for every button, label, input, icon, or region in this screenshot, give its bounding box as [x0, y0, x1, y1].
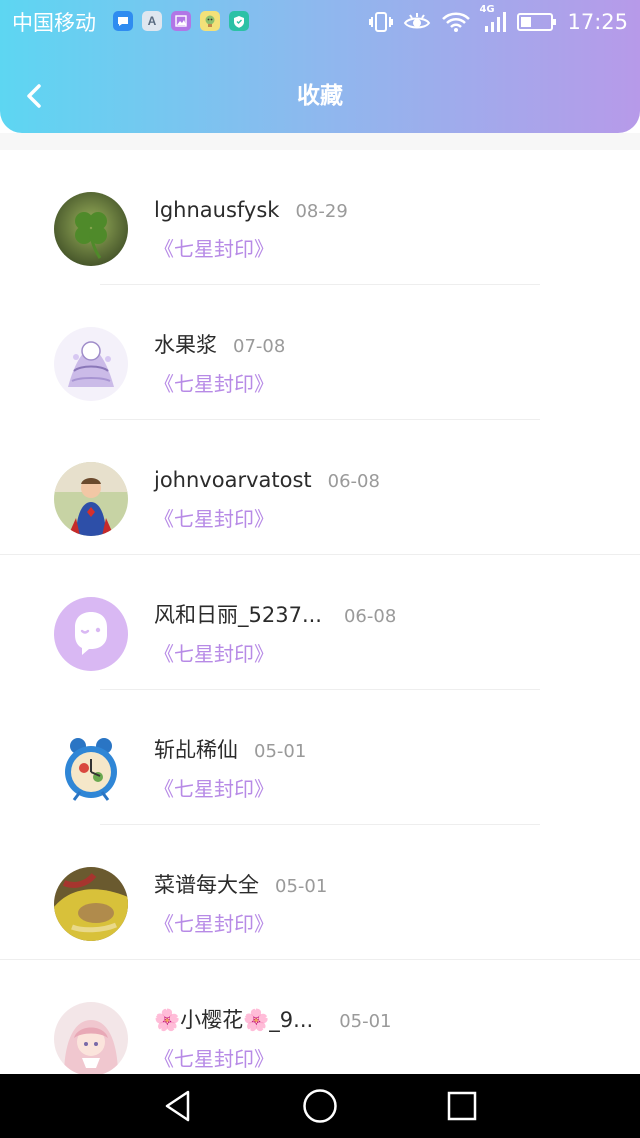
user-name-text: lghnausfysk [154, 198, 280, 222]
user-name: 水果浆 07-08 [154, 331, 285, 361]
user-name-text: johnvoarvatost [154, 468, 312, 492]
user-name-text: 🌸小樱花🌸_9... [154, 1008, 314, 1032]
favorite-date: 08-29 [295, 201, 348, 222]
user-name-text: 风和日丽_5237... [154, 603, 322, 627]
page-title: 收藏 [297, 83, 343, 109]
favorite-row[interactable]: 水果浆 07-08 《七星封印》 [0, 285, 640, 420]
clock-label: 17:25 [567, 10, 628, 34]
user-name: lghnausfysk 08-29 [154, 196, 348, 226]
avatar[interactable] [54, 1002, 128, 1076]
network-type-label: 4G [479, 4, 495, 15]
shield-icon [229, 11, 249, 31]
book-title[interactable]: 《七星封印》 [154, 640, 274, 668]
avatar[interactable] [54, 867, 128, 941]
favorite-row[interactable]: 斩乩稀仙 05-01 《七星封印》 [0, 690, 640, 825]
book-title[interactable]: 《七星封印》 [154, 235, 274, 263]
favorite-date: 05-01 [254, 741, 307, 762]
favorites-screen: 中国移动 A 4G 17:25 收藏 lghnausfysk 08-29 《七星… [0, 0, 640, 1138]
user-name: 🌸小樱花🌸_9... 05-01 [154, 1006, 392, 1036]
battery-icon [517, 12, 557, 32]
back-triangle-icon[interactable] [160, 1088, 196, 1124]
notification-icons: A [113, 11, 249, 31]
vibrate-icon [369, 11, 394, 33]
favorite-date: 06-08 [343, 606, 397, 627]
favorite-row[interactable]: johnvoarvatost 06-08 《七星封印》 [0, 420, 640, 555]
user-name-text: 水果浆 [154, 333, 217, 357]
message-icon [113, 11, 133, 31]
chevron-left-icon [27, 84, 41, 108]
favorite-row[interactable]: lghnausfysk 08-29 《七星封印》 [0, 150, 640, 285]
carrier-label: 中国移动 [12, 11, 96, 35]
status-bar: 中国移动 A 4G 17:25 [0, 0, 640, 46]
header-gap [0, 133, 640, 150]
header: 中国移动 A 4G 17:25 收藏 [0, 0, 640, 133]
favorite-row[interactable]: 菜谱每大全 05-01 《七星封印》 [0, 825, 640, 960]
wifi-icon [441, 11, 471, 33]
user-name: johnvoarvatost 06-08 [154, 466, 380, 496]
avatar[interactable] [54, 192, 128, 266]
avatar[interactable] [54, 597, 128, 671]
eye-icon [403, 11, 431, 33]
home-circle-icon[interactable] [302, 1088, 338, 1124]
favorite-date: 07-08 [233, 336, 286, 357]
user-name-text: 菜谱每大全 [154, 873, 259, 897]
favorite-date: 05-01 [275, 876, 328, 897]
book-title[interactable]: 《七星封印》 [154, 370, 274, 398]
favorites-list: lghnausfysk08-29 《七星封印》 水果浆07-08 《七星封印 [0, 150, 640, 1095]
nav-bar: 收藏 [0, 60, 640, 134]
user-name-text: 斩乩稀仙 [154, 738, 238, 762]
signal-icon: 4G [479, 4, 507, 34]
back-button[interactable] [14, 76, 54, 116]
avatar[interactable] [54, 462, 128, 536]
favorite-date: 05-01 [339, 1011, 392, 1032]
image-icon [171, 11, 191, 31]
a-icon: A [142, 11, 162, 31]
user-name: 斩乩稀仙 05-01 [154, 736, 306, 766]
book-title[interactable]: 《七星封印》 [154, 505, 274, 533]
user-name: 风和日丽_5237... 06-08 [154, 601, 396, 631]
book-title[interactable]: 《七星封印》 [154, 910, 274, 938]
avatar[interactable] [54, 732, 128, 806]
user-name: 菜谱每大全 05-01 [154, 871, 327, 901]
system-icons: 4G 17:25 [359, 4, 628, 38]
book-title[interactable]: 《七星封印》 [154, 1045, 274, 1073]
system-nav-bar [0, 1074, 640, 1138]
favorite-row[interactable]: 风和日丽_5237... 06-08 《七星封印》 [0, 555, 640, 690]
avatar[interactable] [54, 327, 128, 401]
favorite-date: 06-08 [327, 471, 380, 492]
face-icon [200, 11, 220, 31]
recents-square-icon[interactable] [444, 1088, 480, 1124]
book-title[interactable]: 《七星封印》 [154, 775, 274, 803]
